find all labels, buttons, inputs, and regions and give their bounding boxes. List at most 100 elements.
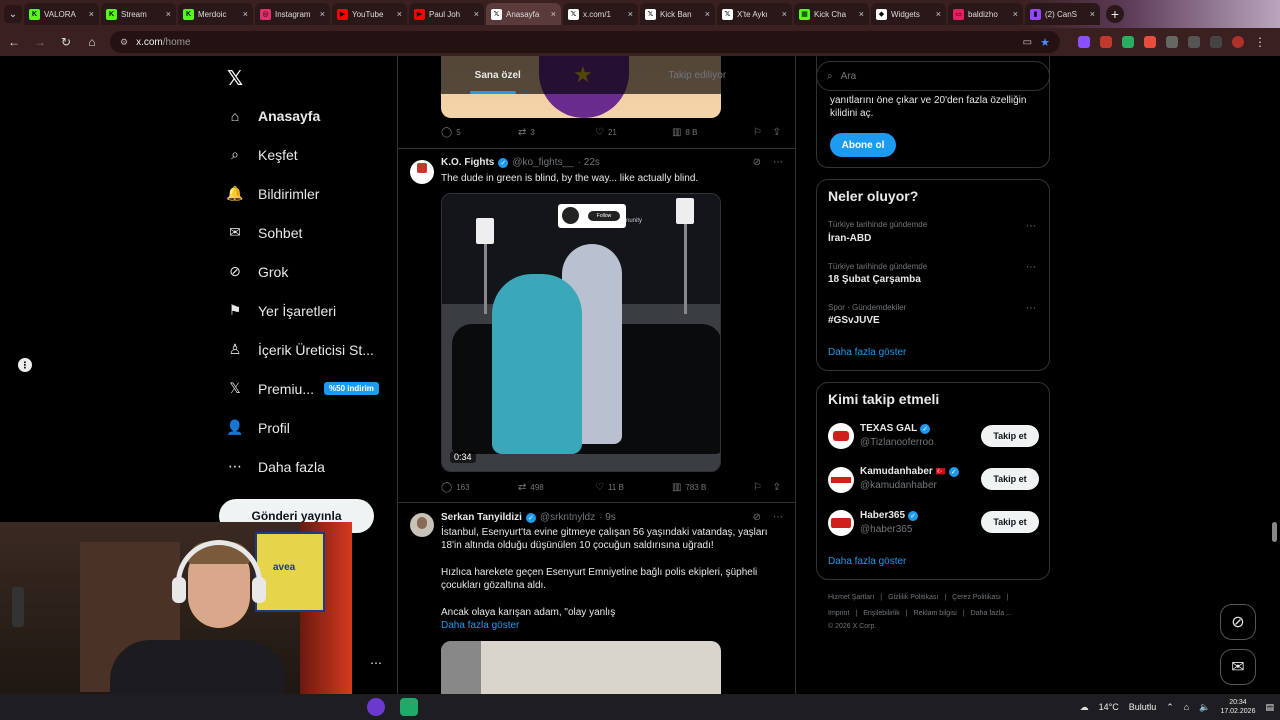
trend-more-icon[interactable]: ⋯ bbox=[1026, 262, 1036, 273]
chrome-menu-icon[interactable]: ⋮ bbox=[1254, 35, 1266, 49]
address-bar[interactable]: ⚙ x.com/home ▭ ★ bbox=[110, 31, 1060, 53]
follow-button[interactable]: Takip et bbox=[981, 511, 1039, 533]
account-more-icon[interactable]: ⋯ bbox=[370, 656, 382, 670]
who-to-follow-show-more[interactable]: Daha fazla göster bbox=[828, 556, 906, 567]
messages-floating-button[interactable]: ✉ bbox=[1220, 649, 1256, 685]
new-tab-button[interactable]: + bbox=[1106, 5, 1124, 23]
taskbar-app-icon[interactable] bbox=[367, 698, 385, 716]
trend-more-icon[interactable]: ⋯ bbox=[1026, 303, 1036, 314]
tab-close-icon[interactable]: × bbox=[243, 9, 248, 19]
share-button[interactable]: ⇪ bbox=[773, 482, 781, 493]
tab-close-icon[interactable]: × bbox=[166, 9, 171, 19]
extension-shield-icon[interactable] bbox=[1122, 36, 1134, 48]
weather-condition[interactable]: Bulutlu bbox=[1129, 702, 1157, 712]
tab-close-icon[interactable]: × bbox=[474, 9, 479, 19]
post-media[interactable] bbox=[441, 641, 721, 694]
post-video[interactable]: Follow nunity 0:34 bbox=[441, 193, 721, 472]
suggested-account-name[interactable]: Kamudanhaber 🇹🇷 ✓ bbox=[860, 466, 959, 477]
extension-gray-icon[interactable] bbox=[1166, 36, 1178, 48]
grok-icon[interactable]: ⊘ bbox=[753, 512, 761, 523]
grok-icon[interactable]: ⊘ bbox=[753, 157, 761, 168]
avatar[interactable] bbox=[410, 513, 434, 537]
trend-more-icon[interactable]: ⋯ bbox=[1026, 221, 1036, 232]
browser-tab[interactable]: 𝕏x.com/1 × bbox=[563, 3, 638, 25]
tab-close-icon[interactable]: × bbox=[705, 9, 710, 19]
nav-item[interactable]: ⌕ Keşfet bbox=[218, 135, 388, 174]
tab-close-icon[interactable]: × bbox=[551, 9, 556, 19]
home-icon[interactable]: ⌂ bbox=[84, 34, 100, 50]
browser-tab[interactable]: ▭ baldizho × bbox=[948, 3, 1023, 25]
extensions-puzzle-icon[interactable] bbox=[1188, 36, 1200, 48]
bookmark-star-icon[interactable]: ★ bbox=[1040, 36, 1050, 49]
views-button[interactable]: ▥ 783 B bbox=[672, 482, 753, 493]
clock[interactable]: 20:34 17.02.2026 bbox=[1220, 698, 1255, 716]
x-logo-icon[interactable]: 𝕏 bbox=[216, 60, 254, 96]
like-button[interactable]: ♡ 11 B bbox=[595, 482, 672, 493]
extension-red-icon[interactable] bbox=[1100, 36, 1112, 48]
post-time[interactable]: · 22s bbox=[578, 157, 600, 168]
browser-tab[interactable]: ▮ (2) CanS × bbox=[1025, 3, 1100, 25]
tab-close-icon[interactable]: × bbox=[89, 9, 94, 19]
footer-link[interactable]: Gizlilik Politikası bbox=[888, 594, 938, 601]
tab-close-icon[interactable]: × bbox=[628, 9, 633, 19]
nav-item[interactable]: 👤 Profil bbox=[218, 408, 388, 447]
more-icon[interactable]: ⋯ bbox=[773, 157, 783, 168]
tab-close-icon[interactable]: × bbox=[320, 9, 325, 19]
tab-close-icon[interactable]: × bbox=[782, 9, 787, 19]
footer-link[interactable]: Reklam bilgisi bbox=[914, 610, 957, 617]
tray-expand-icon[interactable]: ⌃ bbox=[1166, 702, 1174, 713]
trends-show-more[interactable]: Daha fazla göster bbox=[828, 347, 906, 358]
follow-button[interactable]: Takip et bbox=[981, 468, 1039, 490]
browser-tab[interactable]: K Merdoic × bbox=[178, 3, 253, 25]
author-name[interactable]: Serkan Tanyildizi bbox=[441, 512, 522, 523]
avatar[interactable] bbox=[828, 510, 854, 536]
browser-tab[interactable]: 𝕏 Anasayfa × bbox=[486, 3, 561, 25]
tab-following[interactable]: Takip ediliyor bbox=[598, 56, 796, 94]
trend-item[interactable]: #GSvJUVE bbox=[828, 315, 880, 326]
share-button[interactable]: ⇪ bbox=[773, 127, 781, 138]
trend-item[interactable]: İran-ABD bbox=[828, 233, 871, 244]
views-button[interactable]: ▥ 8 B bbox=[672, 127, 753, 138]
adblock-icon[interactable] bbox=[1144, 36, 1156, 48]
browser-tab[interactable]: ◆ Widgets × bbox=[871, 3, 946, 25]
avatar[interactable] bbox=[828, 467, 854, 493]
show-more-link[interactable]: Daha fazla göster bbox=[441, 619, 781, 632]
nav-item[interactable]: ✉ Sohbet bbox=[218, 213, 388, 252]
network-icon[interactable]: ⌂ bbox=[1184, 702, 1189, 712]
nav-item[interactable]: ⊘ Grok bbox=[218, 252, 388, 291]
like-button[interactable]: ♡ 21 bbox=[595, 127, 672, 138]
taskbar-app-icon[interactable] bbox=[400, 698, 418, 716]
author-handle[interactable]: @ko_fights__ bbox=[512, 157, 573, 168]
suggested-account-name[interactable]: TEXAS GAL ✓ bbox=[860, 423, 931, 434]
footer-link[interactable]: Çerez Politikası bbox=[952, 594, 1001, 601]
tab-close-icon[interactable]: × bbox=[859, 9, 864, 19]
subscribe-button[interactable]: Abone ol bbox=[830, 133, 896, 157]
forward-icon[interactable]: → bbox=[32, 34, 48, 50]
tab-close-icon[interactable]: × bbox=[936, 9, 941, 19]
install-app-icon[interactable]: ▭ bbox=[1023, 37, 1032, 48]
scrollbar-thumb[interactable] bbox=[1272, 522, 1277, 542]
nav-item[interactable]: ♙ İçerik Üreticisi St... bbox=[218, 330, 388, 369]
footer-link[interactable]: Erişilebilirlik bbox=[863, 610, 900, 617]
nav-item[interactable]: ⌂ Anasayfa bbox=[218, 96, 388, 135]
browser-tab[interactable]: ▶ Paul Joh × bbox=[409, 3, 484, 25]
reply-button[interactable]: ◯ 5 bbox=[441, 127, 518, 138]
post-time[interactable]: · 9s bbox=[599, 512, 616, 523]
browser-tab[interactable]: 𝕏 Kick Ban × bbox=[640, 3, 715, 25]
site-info-icon[interactable]: ⚙ bbox=[120, 37, 128, 48]
nav-item[interactable]: 🔔 Bildirimler bbox=[218, 174, 388, 213]
browser-tab[interactable]: ◎ Instagram × bbox=[255, 3, 330, 25]
tab-close-icon[interactable]: × bbox=[397, 9, 402, 19]
reply-button[interactable]: ◯ 163 bbox=[441, 482, 518, 493]
suggested-account-name[interactable]: Haber365 ✓ bbox=[860, 510, 919, 521]
author-name[interactable]: K.O. Fights bbox=[441, 157, 494, 168]
browser-tab[interactable]: K Stream × bbox=[101, 3, 176, 25]
footer-link[interactable]: Imprint bbox=[828, 610, 849, 617]
tab-for-you[interactable]: Sana özel bbox=[398, 56, 598, 94]
tab-close-icon[interactable]: × bbox=[1090, 9, 1095, 19]
nav-item[interactable]: ⋯ Daha fazla bbox=[218, 447, 388, 486]
page-options-icon[interactable]: ⋮ bbox=[18, 358, 32, 372]
extension-purple-icon[interactable] bbox=[1078, 36, 1090, 48]
avatar[interactable] bbox=[410, 160, 434, 184]
tab-close-icon[interactable]: × bbox=[1013, 9, 1018, 19]
